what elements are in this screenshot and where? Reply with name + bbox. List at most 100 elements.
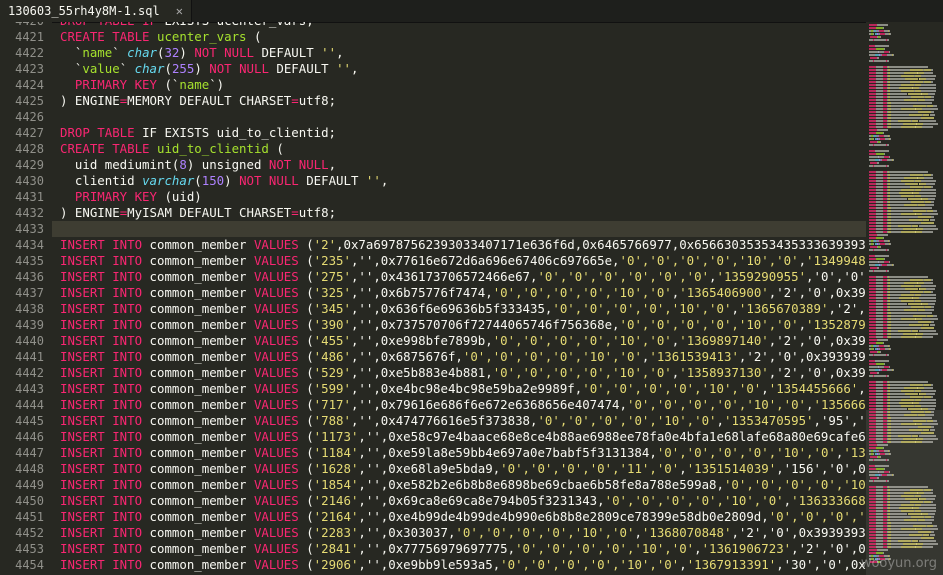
code-area[interactable]: DROP TABLE IF EXISTS ucenter_vars;CREATE… — [60, 22, 866, 575]
code-line[interactable]: INSERT INTO common_member VALUES ('599',… — [60, 381, 866, 397]
minimap-segment — [914, 510, 922, 512]
code-line[interactable]: INSERT INTO common_member VALUES ('325',… — [60, 285, 866, 301]
minimap-segment — [901, 546, 915, 548]
code-line[interactable]: INSERT INTO common_member VALUES ('1854'… — [60, 477, 866, 493]
code-token: char — [134, 61, 165, 76]
code-line[interactable]: INSERT INTO common_member VALUES ('390',… — [60, 317, 866, 333]
minimap-segment — [876, 372, 880, 374]
minimap-segment — [875, 300, 884, 302]
minimap-segment — [910, 291, 924, 293]
code-line[interactable]: uid mediumint(8) unsigned NOT NULL, — [60, 157, 336, 173]
minimap-segment — [875, 417, 884, 419]
code-token: INSERT INTO — [60, 381, 150, 396]
minimap-segment — [889, 276, 929, 278]
code-token: '275' — [313, 269, 351, 284]
minimap-segment — [886, 249, 890, 251]
minimap-segment — [875, 195, 884, 197]
minimap-segment — [875, 276, 884, 278]
code-line[interactable]: `value` char(255) NOT NULL DEFAULT '', — [60, 61, 359, 77]
code-line[interactable]: PRIMARY KEY (uid) — [60, 189, 202, 205]
minimap-segment — [869, 546, 876, 548]
code-line[interactable]: INSERT INTO common_member VALUES ('1184'… — [60, 445, 866, 461]
code-line[interactable]: clientid varchar(150) NOT NULL DEFAULT '… — [60, 173, 388, 189]
minimap-segment — [875, 171, 884, 173]
code-line[interactable]: INSERT INTO common_member VALUES ('1628'… — [60, 461, 866, 477]
code-line[interactable]: DROP TABLE IF EXISTS ucenter_vars; — [60, 22, 314, 29]
minimap-segment — [869, 105, 876, 107]
code-token: NOT NULL — [268, 157, 329, 172]
code-editor[interactable]: 44204421 4422 4423 4424 4425 4426 4427 4428 4429… — [0, 22, 866, 575]
code-line[interactable]: `name` char(32) NOT NULL DEFAULT '', — [60, 45, 344, 61]
code-token: '1173' — [313, 429, 359, 444]
minimap-segment — [921, 75, 936, 77]
code-token: ( — [306, 301, 314, 316]
minimap-segment — [921, 441, 933, 443]
code-line[interactable]: INSERT INTO common_member VALUES ('345',… — [60, 301, 866, 317]
close-icon[interactable]: ✕ — [176, 0, 183, 22]
minimap-segment — [875, 426, 884, 428]
minimap-segment — [930, 279, 933, 281]
code-token: VALUES — [253, 525, 307, 540]
minimap-segment — [869, 258, 877, 260]
code-line[interactable]: ) ENGINE=MyISAM DEFAULT CHARSET=utf8; — [60, 205, 336, 221]
code-line[interactable]: INSERT INTO common_member VALUES ('235',… — [60, 253, 866, 269]
code-token: '0','0','0','0','10','0' — [768, 509, 866, 524]
code-line[interactable]: CREATE TABLE uid_to_clientid ( — [60, 141, 284, 157]
code-line[interactable]: ) ENGINE=MEMORY DEFAULT CHARSET=utf8; — [60, 93, 336, 109]
minimap-segment — [875, 489, 884, 491]
minimap-segment — [901, 336, 915, 338]
code-line[interactable]: DROP TABLE IF EXISTS uid_to_clientid; — [60, 125, 336, 141]
code-line[interactable]: INSERT INTO common_member VALUES ('2',0x… — [60, 237, 866, 253]
minimap-segment — [875, 183, 884, 185]
minimap[interactable] — [866, 22, 943, 575]
code-token: '486' — [313, 349, 351, 364]
code-line[interactable]: INSERT INTO common_member VALUES ('717',… — [60, 397, 866, 413]
code-line[interactable]: INSERT INTO common_member VALUES ('275',… — [60, 269, 866, 285]
code-line[interactable]: INSERT INTO common_member VALUES ('2841'… — [60, 541, 866, 557]
code-line[interactable]: INSERT INTO common_member VALUES ('2906'… — [60, 557, 866, 573]
minimap-segment — [915, 213, 922, 215]
minimap-segment — [889, 345, 890, 347]
code-line[interactable]: PRIMARY KEY (`name`) — [60, 77, 224, 93]
line-number: 4447 — [15, 446, 44, 460]
minimap-segment — [875, 405, 884, 407]
code-token: '2164' — [313, 509, 359, 524]
code-line[interactable]: CREATE TABLE ucenter_vars ( — [60, 29, 261, 45]
code-token: VALUES — [253, 381, 307, 396]
minimap-segment — [931, 411, 935, 413]
minimap-segment — [869, 306, 876, 308]
code-line[interactable]: INSERT INTO common_member VALUES ('788',… — [60, 413, 866, 429]
code-line[interactable]: INSERT INTO common_member VALUES ('455',… — [60, 333, 866, 349]
minimap-segment — [918, 330, 936, 332]
code-line[interactable]: INSERT INTO common_member VALUES ('2146'… — [60, 493, 866, 509]
minimap-segment — [886, 375, 890, 377]
code-token: ` — [60, 45, 83, 60]
minimap-segment — [875, 93, 884, 95]
code-line[interactable]: INSERT INTO common_member VALUES ('529',… — [60, 365, 866, 381]
file-tab[interactable]: 130603_55rh4y8M-1.sql ✕ — [0, 0, 192, 22]
code-line[interactable]: INSERT INTO common_member VALUES ('2283'… — [60, 525, 866, 541]
code-line[interactable]: INSERT INTO common_member VALUES ('486',… — [60, 349, 866, 365]
minimap-segment — [921, 180, 936, 182]
minimap-segment — [891, 531, 918, 533]
minimap-segment — [875, 225, 884, 227]
code-line[interactable]: INSERT INTO common_member VALUES ('2164'… — [60, 509, 866, 525]
minimap-segment — [915, 546, 922, 548]
minimap-segment — [875, 537, 884, 539]
minimap-segment — [929, 114, 935, 116]
minimap-segment — [916, 543, 923, 545]
code-token: ) — [224, 173, 240, 188]
minimap-segment — [886, 480, 890, 482]
code-token: , — [679, 557, 687, 572]
minimap-segment — [919, 183, 926, 185]
code-token: INSERT INTO — [60, 285, 150, 300]
minimap-segment — [891, 525, 913, 527]
code-line[interactable]: INSERT INTO common_member VALUES ('1173'… — [60, 429, 866, 445]
minimap-segment — [875, 381, 884, 383]
code-token: IF EXISTS uid_to_clientid; — [142, 125, 337, 140]
minimap-segment — [900, 495, 915, 497]
code-token: VALUES — [253, 461, 307, 476]
minimap-segment — [891, 207, 933, 209]
file-tab-label: 130603_55rh4y8M-1.sql — [8, 4, 160, 18]
